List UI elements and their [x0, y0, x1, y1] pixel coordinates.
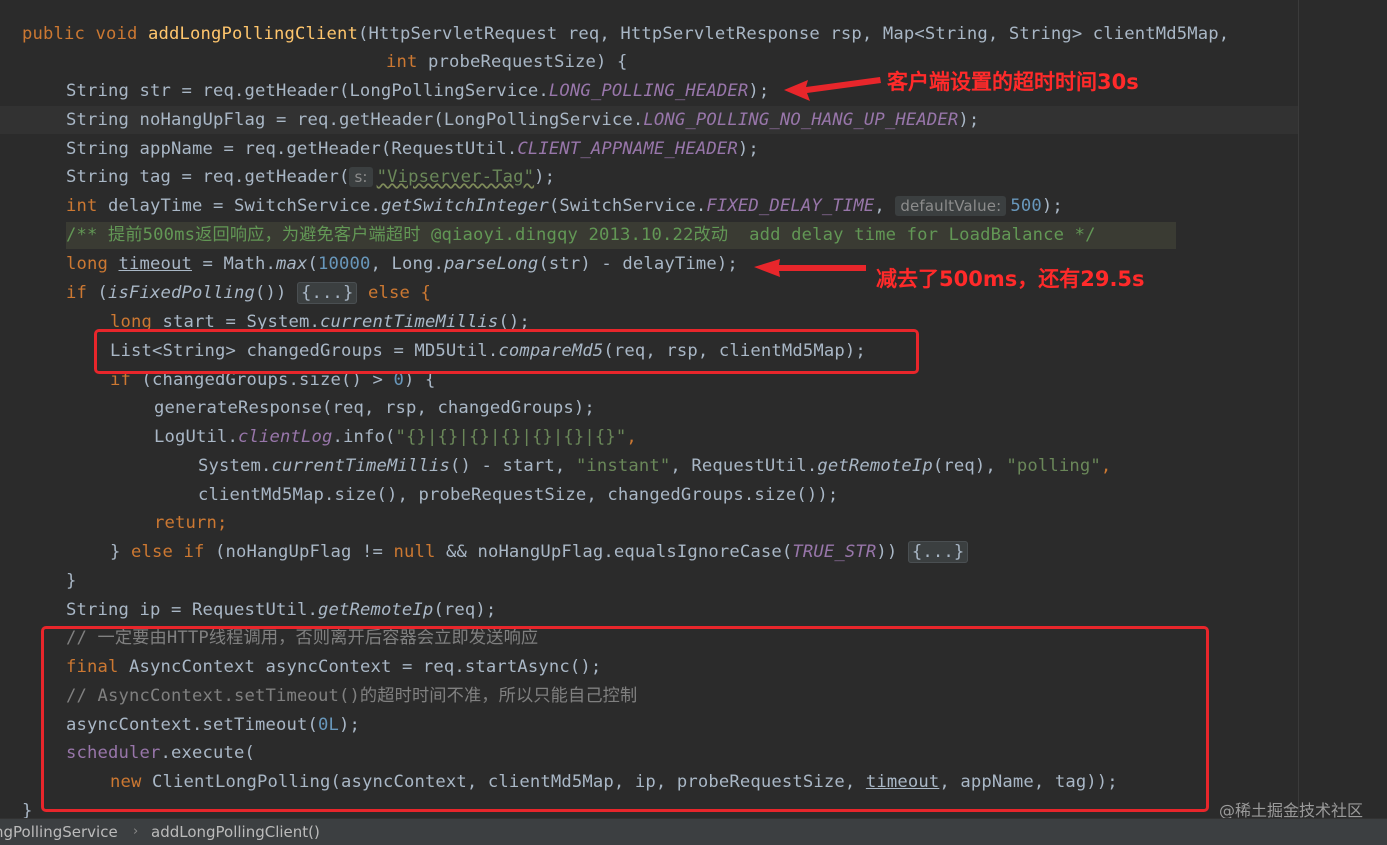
annotation-top: 客户端设置的超时时间30s	[887, 70, 1139, 94]
arrow-top	[784, 77, 881, 101]
chevron-right-icon: ›	[133, 824, 139, 839]
code-editor[interactable]: public void addLongPollingClient(HttpSer…	[0, 0, 1387, 818]
arrow-middle	[754, 259, 866, 277]
breadcrumb-class[interactable]: ngPollingService	[0, 819, 118, 845]
annotation-arrows	[754, 77, 881, 277]
breadcrumb-method[interactable]: addLongPollingClient()	[151, 819, 320, 845]
breadcrumb: ngPollingService › addLongPollingClient(…	[0, 818, 1387, 845]
annotation-middle: 减去了500ms，还有29.5s	[876, 267, 1145, 291]
